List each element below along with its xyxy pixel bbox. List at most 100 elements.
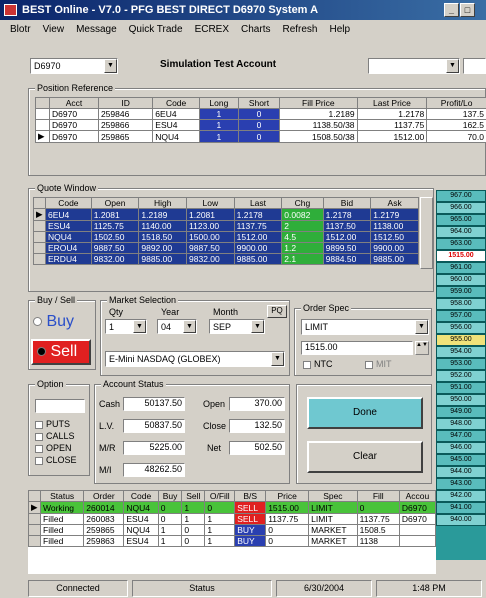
- mit-checkbox[interactable]: MIT: [365, 359, 392, 369]
- table-row[interactable]: D6970 259846 6EU4 10 1.2189 1.2178 137.5: [35, 108, 486, 120]
- symbol-field[interactable]: [463, 58, 486, 74]
- ladder-cell[interactable]: 1515.00: [436, 250, 486, 262]
- pq-button[interactable]: PQ: [267, 305, 287, 318]
- ladder-cell[interactable]: 945.00: [436, 454, 486, 466]
- col-low[interactable]: Low: [186, 197, 235, 209]
- col-ask[interactable]: Ask: [370, 197, 419, 209]
- order-row[interactable]: Filled 259865 NQU4 1 0 1 BUY 0 MARKET 1508.5: [28, 524, 436, 536]
- table-row[interactable]: ▶ D6970 259865 NQU4 10 1508.50/38 1512.00 70…: [35, 130, 486, 143]
- ladder-cell[interactable]: 958.00: [436, 298, 486, 310]
- ladder-cell[interactable]: 955.00: [436, 334, 486, 346]
- puts-checkbox[interactable]: PUTS: [35, 419, 70, 429]
- price-spinner[interactable]: ▲▼: [415, 341, 429, 355]
- menu-view[interactable]: View: [37, 24, 71, 35]
- menu-quick-trade[interactable]: Quick Trade: [123, 24, 189, 35]
- col-buy[interactable]: Buy: [157, 490, 183, 502]
- symbol-select[interactable]: ▼: [368, 58, 460, 74]
- qty-select[interactable]: 1 ▼: [105, 319, 147, 334]
- ladder-cell[interactable]: 967.00: [436, 190, 486, 202]
- price-ladder[interactable]: 967.00 966.00 965.00 964.00 963.00 1515.00 961…: [436, 190, 486, 560]
- quote-row[interactable]: ESU4 1125.75 1140.00 1123.00 1137.75 2 1137.5…: [33, 220, 419, 232]
- ladder-cell[interactable]: 961.00: [436, 262, 486, 274]
- ladder-cell[interactable]: 956.00: [436, 322, 486, 334]
- menu-ecrex[interactable]: ECREX: [189, 24, 235, 35]
- ladder-cell[interactable]: 960.00: [436, 274, 486, 286]
- minimize-button[interactable]: _: [444, 3, 459, 17]
- col-code[interactable]: Code: [123, 490, 159, 502]
- col-profit-loss[interactable]: Profit/Lo: [426, 97, 486, 109]
- ladder-cell[interactable]: 966.00: [436, 202, 486, 214]
- ntc-checkbox[interactable]: NTC: [303, 359, 333, 369]
- col-b-s[interactable]: B/S: [234, 490, 267, 502]
- col-bid[interactable]: Bid: [322, 197, 372, 209]
- quote-scrollbar[interactable]: [420, 197, 433, 269]
- clear-button[interactable]: Clear: [307, 441, 423, 473]
- ladder-cell[interactable]: 952.00: [436, 370, 486, 382]
- ladder-cell[interactable]: 948.00: [436, 418, 486, 430]
- menu-refresh[interactable]: Refresh: [276, 24, 323, 35]
- order-row[interactable]: Filled 259863 ESU4 1 0 1 BUY 0 MARKET 1138: [28, 535, 436, 547]
- ladder-cell[interactable]: 944.00: [436, 466, 486, 478]
- option-strike-input[interactable]: [35, 399, 85, 413]
- col-open[interactable]: Open: [90, 197, 140, 209]
- col-high[interactable]: High: [138, 197, 188, 209]
- order-type-select[interactable]: LIMIT ▼: [301, 319, 429, 335]
- col-chg[interactable]: Chg: [281, 197, 324, 209]
- col-account[interactable]: Accou: [398, 490, 436, 502]
- col-code[interactable]: Code: [152, 97, 200, 109]
- col-fill-price[interactable]: Fill Price: [279, 97, 358, 109]
- close-checkbox[interactable]: CLOSE: [35, 455, 77, 465]
- open-checkbox[interactable]: OPEN: [35, 443, 72, 453]
- col-price[interactable]: Price: [265, 490, 310, 502]
- ladder-cell[interactable]: 965.00: [436, 214, 486, 226]
- col-id[interactable]: ID: [97, 97, 154, 109]
- menu-blotr[interactable]: Blotr: [4, 24, 37, 35]
- quote-row[interactable]: ▶ 6EU4 1.2081 1.2189 1.2081 1.2178 0.0082 1.2…: [33, 208, 419, 221]
- ladder-cell[interactable]: 949.00: [436, 406, 486, 418]
- col-acct[interactable]: Acct: [49, 97, 99, 109]
- col-spec[interactable]: Spec: [308, 490, 358, 502]
- order-row[interactable]: Filled 260083 ESU4 0 1 1 SELL 1137.75 LIMIT 1137…: [28, 513, 436, 525]
- col-last-price[interactable]: Last Price: [356, 97, 428, 109]
- ladder-cell[interactable]: 951.00: [436, 382, 486, 394]
- maximize-button[interactable]: □: [460, 3, 475, 17]
- table-row[interactable]: D6970 259866 ESU4 10 1138.50/38 1137.75 162.…: [35, 119, 486, 131]
- ladder-cell[interactable]: 957.00: [436, 310, 486, 322]
- col-last[interactable]: Last: [233, 197, 283, 209]
- col-order[interactable]: Order: [83, 490, 125, 502]
- ladder-cell[interactable]: 959.00: [436, 286, 486, 298]
- ladder-cell[interactable]: 953.00: [436, 358, 486, 370]
- month-select[interactable]: SEP ▼: [209, 319, 265, 334]
- menu-message[interactable]: Message: [70, 24, 123, 35]
- quote-row[interactable]: NQU4 1502.50 1518.50 1500.00 1512.00 4.5 1512…: [33, 231, 419, 243]
- sell-radio[interactable]: Sell: [31, 339, 91, 365]
- ladder-cell[interactable]: 942.00: [436, 490, 486, 502]
- done-button[interactable]: Done: [307, 397, 423, 429]
- ladder-cell[interactable]: 940.00: [436, 514, 486, 526]
- col-fill[interactable]: Fill: [356, 490, 400, 502]
- ladder-cell[interactable]: 964.00: [436, 226, 486, 238]
- ladder-cell[interactable]: 941.00: [436, 502, 486, 514]
- ladder-cell[interactable]: 954.00: [436, 346, 486, 358]
- menu-charts[interactable]: Charts: [235, 24, 276, 35]
- ladder-cell[interactable]: 943.00: [436, 478, 486, 490]
- calls-checkbox[interactable]: CALLS: [35, 431, 75, 441]
- col-o-fill[interactable]: O/Fill: [204, 490, 236, 502]
- quote-row[interactable]: EROU4 9887.50 9892.00 9887.50 9900.00 1.2 989…: [33, 242, 419, 254]
- col-code[interactable]: Code: [45, 197, 92, 209]
- quote-row[interactable]: ERDU4 9832.00 9885.00 9832.00 9885.00 2.1 988…: [33, 253, 419, 265]
- ladder-cell[interactable]: 950.00: [436, 394, 486, 406]
- col-sell[interactable]: Sell: [181, 490, 206, 502]
- menu-help[interactable]: Help: [323, 24, 356, 35]
- col-long[interactable]: Long: [198, 97, 239, 109]
- ladder-cell[interactable]: 946.00: [436, 442, 486, 454]
- ladder-cell[interactable]: 963.00: [436, 238, 486, 250]
- ladder-cell[interactable]: 947.00: [436, 430, 486, 442]
- buy-radio[interactable]: Buy: [33, 313, 74, 331]
- col-short[interactable]: Short: [237, 97, 281, 109]
- account-select[interactable]: D6970 ▼: [30, 58, 118, 74]
- order-row[interactable]: ▶ Working 260014 NQU4 0 1 0 SELL 1515.00 LIMIT 0…: [28, 501, 436, 514]
- year-select[interactable]: 04 ▼: [157, 319, 197, 334]
- col-status[interactable]: Status: [39, 490, 85, 502]
- contract-select[interactable]: E-Mini NASDAQ (GLOBEX) ▼: [105, 351, 285, 367]
